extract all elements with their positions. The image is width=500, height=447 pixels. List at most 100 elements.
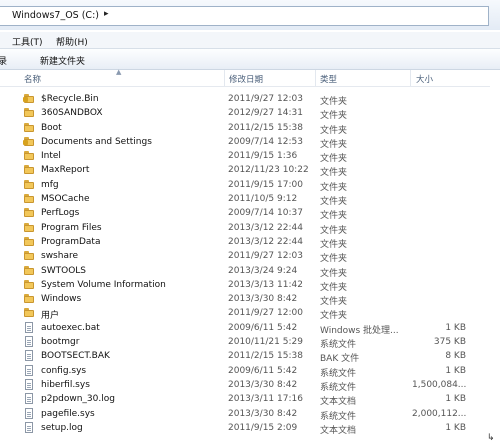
- file-date: 2013/3/30 8:42: [228, 294, 298, 305]
- folder-icon: [24, 208, 34, 218]
- file-name: System Volume Information: [41, 279, 166, 290]
- file-size: 8 KB: [445, 351, 466, 362]
- column-header-name[interactable]: 名称: [24, 73, 41, 85]
- menu-tools[interactable]: 工具(T): [12, 35, 43, 48]
- column-header-date[interactable]: 修改日期: [229, 73, 263, 85]
- folder-icon: [24, 122, 34, 132]
- file-row[interactable]: hiberfil.sys 2013/3/30 8:42 系统文件 1,500,084.…: [0, 378, 490, 393]
- file-name: bootmgr: [41, 337, 80, 348]
- file-row[interactable]: bootmgr 2010/11/21 5:29 系统文件 375 KB: [0, 335, 490, 351]
- file-type: 文件夹: [320, 111, 348, 122]
- file-row[interactable]: setup.log 2011/9/15 2:09 文本文档 1 KB: [0, 421, 490, 436]
- file-row[interactable]: pagefile.sys 2013/3/30 8:42 系统文件 2,000,112.…: [0, 407, 490, 422]
- file-type: 文件夹: [320, 254, 348, 265]
- file-icon: [24, 407, 34, 419]
- file-row[interactable]: Boot 2011/2/15 15:38 文件夹: [0, 121, 490, 136]
- file-name: Documents and Settings: [41, 136, 152, 147]
- column-divider[interactable]: [410, 70, 411, 86]
- new-folder-button[interactable]: 新建文件夹: [40, 54, 85, 67]
- file-date: 2011/9/15 2:09: [228, 422, 298, 433]
- file-type: 系统文件: [320, 340, 357, 351]
- file-row[interactable]: Intel 2011/9/15 1:36 文件夹: [0, 149, 490, 164]
- file-name: PerfLogs: [41, 208, 80, 219]
- file-name: 360SANDBOX: [41, 108, 103, 119]
- toolbar-cutoff-item[interactable]: 录: [0, 54, 7, 67]
- file-row[interactable]: ProgramData 2013/3/12 22:44 文件夹: [0, 235, 490, 250]
- file-name: config.sys: [41, 365, 87, 376]
- folder-lock-icon: [23, 94, 34, 103]
- file-date: 2013/3/12 22:44: [228, 222, 303, 233]
- file-name: BOOTSECT.BAK: [41, 351, 110, 362]
- file-row[interactable]: PerfLogs 2009/7/14 10:37 文件夹: [0, 206, 490, 221]
- file-row[interactable]: 用户 2011/9/27 12:00 文件夹: [0, 306, 490, 322]
- file-name: Intel: [41, 151, 61, 162]
- file-date: 2013/3/30 8:42: [228, 408, 298, 419]
- file-row[interactable]: Documents and Settings 2009/7/14 12:53 文件夹: [0, 135, 490, 150]
- file-type: 文件夹: [320, 311, 348, 322]
- file-date: 2011/9/27 12:03: [228, 251, 303, 262]
- file-date: 2011/10/5 9:12: [228, 194, 298, 205]
- file-name: Program Files: [41, 222, 102, 233]
- folder-icon: [24, 279, 34, 289]
- file-row[interactable]: swshare 2011/9/27 12:03 文件夹: [0, 249, 490, 265]
- file-type: 文本文档: [320, 425, 357, 436]
- file-date: 2009/6/11 5:42: [228, 322, 298, 333]
- file-date: 2011/9/27 12:00: [228, 308, 303, 319]
- column-header-size[interactable]: 大小: [416, 73, 433, 85]
- file-type: 文件夹: [320, 225, 348, 236]
- folder-icon: [24, 165, 34, 175]
- file-icon: [24, 350, 34, 362]
- file-name: Windows: [41, 294, 82, 305]
- folder-icon: [24, 308, 34, 318]
- file-row[interactable]: p2pdown_30.log 2013/3/11 17:16 文本文档 1 KB: [0, 392, 490, 407]
- file-row[interactable]: autoexec.bat 2009/6/11 5:42 Windows 批处理...…: [0, 321, 490, 336]
- file-row[interactable]: SWTOOLS 2013/3/24 9:24 文件夹: [0, 264, 490, 279]
- file-size: 1 KB: [445, 365, 466, 376]
- folder-icon: [24, 222, 34, 232]
- file-row[interactable]: MSOCache 2011/10/5 9:12 文件夹: [0, 192, 490, 207]
- file-row[interactable]: 360SANDBOX 2012/9/27 14:31 文件夹: [0, 106, 490, 122]
- file-type: Windows 批处理...: [320, 325, 399, 336]
- address-field[interactable]: Windows7_OS (C:) ▸: [0, 6, 489, 26]
- file-name: $Recycle.Bin: [41, 94, 99, 104]
- file-row[interactable]: Program Files 2013/3/12 22:44 文件夹: [0, 221, 490, 236]
- file-row[interactable]: $Recycle.Bin 2011/9/27 12:03 文件夹: [0, 92, 490, 107]
- menu-help[interactable]: 帮助(H): [56, 35, 88, 48]
- file-row[interactable]: System Volume Information 2013/3/13 11:42…: [0, 278, 490, 293]
- file-date: 2010/11/21 5:29: [228, 337, 303, 348]
- file-date: 2009/6/11 5:42: [228, 365, 298, 376]
- file-type: BAK 文件: [320, 354, 360, 365]
- file-type: 文件夹: [320, 282, 348, 293]
- address-path[interactable]: Windows7_OS (C:): [12, 10, 99, 21]
- column-divider[interactable]: [224, 70, 225, 86]
- mouse-cursor-icon: ↳: [487, 433, 495, 443]
- file-date: 2011/2/15 15:38: [228, 122, 303, 133]
- file-size: 375 KB: [433, 337, 466, 348]
- file-icon: [24, 321, 34, 333]
- file-date: 2012/9/27 14:31: [228, 108, 303, 119]
- file-row[interactable]: MaxReport 2012/11/23 10:22 文件夹: [0, 163, 490, 179]
- file-row[interactable]: config.sys 2009/6/11 5:42 系统文件 1 KB: [0, 364, 490, 379]
- file-date: 2013/3/30 8:42: [228, 379, 298, 390]
- file-size: 1 KB: [445, 322, 466, 333]
- file-row[interactable]: BOOTSECT.BAK 2011/2/15 15:38 BAK 文件 8 KB: [0, 349, 490, 365]
- file-type: 文件夹: [320, 125, 348, 136]
- file-date: 2012/11/23 10:22: [228, 165, 309, 176]
- file-icon: [24, 421, 34, 433]
- menu-bar: 工具(T) 帮助(H): [0, 32, 500, 49]
- file-date: 2011/9/15 1:36: [228, 151, 298, 162]
- folder-icon: [24, 194, 34, 204]
- file-size: 1 KB: [445, 422, 466, 433]
- file-row[interactable]: Windows 2013/3/30 8:42 文件夹: [0, 292, 490, 307]
- file-icon: [24, 378, 34, 390]
- column-header-type[interactable]: 类型: [320, 73, 337, 85]
- folder-icon: [24, 151, 34, 161]
- file-date: 2009/7/14 10:37: [228, 208, 303, 219]
- file-row[interactable]: mfg 2011/9/15 17:00 文件夹: [0, 178, 490, 193]
- chevron-right-icon[interactable]: ▸: [104, 9, 109, 19]
- file-type: 文件夹: [320, 168, 348, 179]
- column-divider[interactable]: [315, 70, 316, 86]
- file-name: mfg: [41, 179, 59, 190]
- file-list: $Recycle.Bin 2011/9/27 12:03 文件夹 360SANDBOX…: [0, 92, 490, 436]
- folder-lock-icon: [23, 136, 34, 146]
